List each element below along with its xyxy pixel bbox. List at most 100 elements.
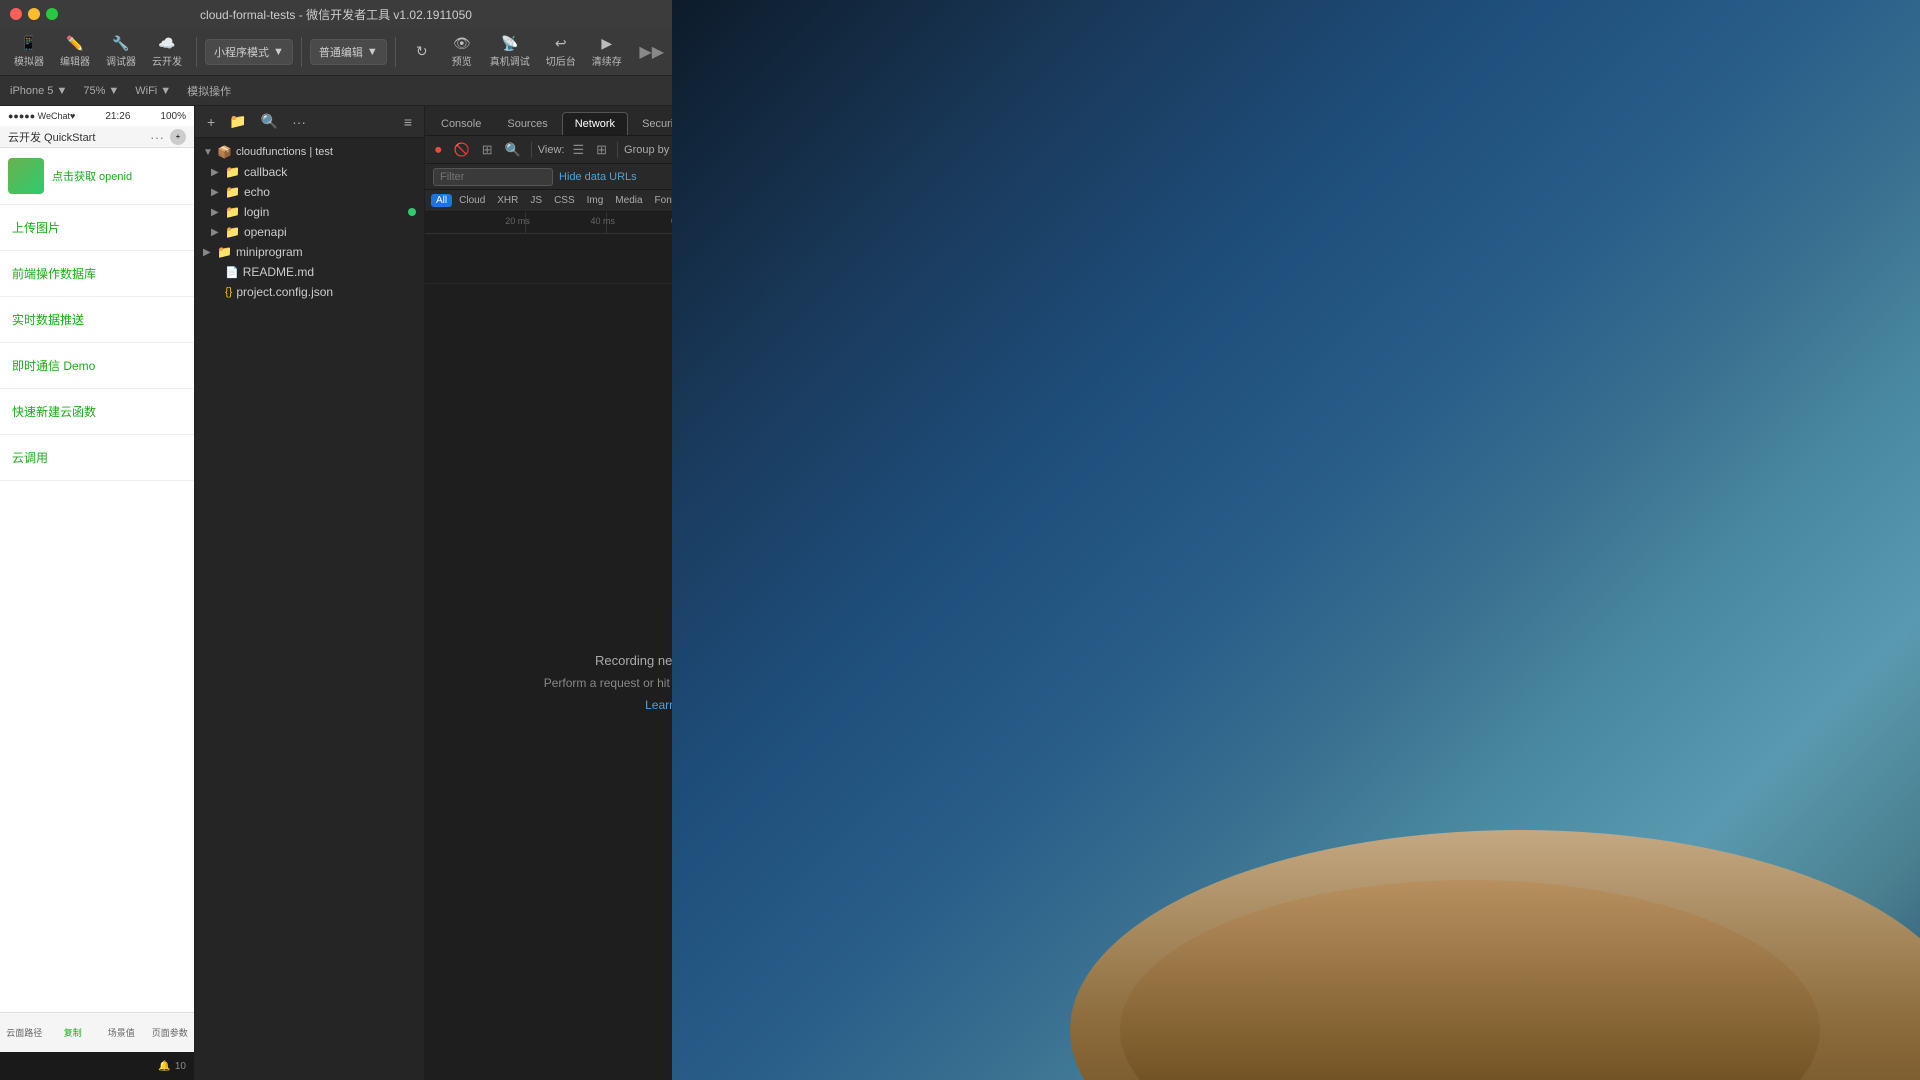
file-echo-label: echo: [244, 185, 270, 199]
menu-item-db[interactable]: 前端操作数据库: [0, 251, 194, 297]
menu-item-cloudfunc[interactable]: 快速新建云函数: [0, 389, 194, 435]
file-item-miniprogram[interactable]: ▶ 📁 miniprogram: [195, 242, 424, 262]
tab-params[interactable]: 页面参数: [146, 1026, 195, 1039]
titlebar: cloud-formal-tests - 微信开发者工具 v1.02.19110…: [0, 0, 672, 28]
phone-nav-dots[interactable]: ···: [150, 129, 164, 145]
devtools-window: cloud-formal-tests - 微信开发者工具 v1.02.19110…: [0, 0, 672, 1080]
file-item-login[interactable]: ▶ 📁 login: [195, 202, 424, 222]
file-item-echo[interactable]: ▶ 📁 echo: [195, 182, 424, 202]
file-item-openapi[interactable]: ▶ 📁 openapi: [195, 222, 424, 242]
menu-item-im[interactable]: 即时通信 Demo: [0, 343, 194, 389]
simulator-button[interactable]: 📱 模拟器: [8, 32, 50, 71]
tab-console[interactable]: Console: [429, 113, 493, 135]
type-filter-media[interactable]: Media: [610, 194, 647, 207]
wifi-selector[interactable]: WiFi ▼: [131, 83, 175, 99]
tab-path[interactable]: 云面路径: [0, 1026, 49, 1039]
real-test-button[interactable]: 📡 真机调试: [484, 32, 536, 71]
toolbar-separator-2: [301, 37, 302, 67]
search-button[interactable]: 🔍: [501, 140, 525, 160]
toolbar-separator: [196, 37, 197, 67]
filter-icon[interactable]: ⊞: [478, 140, 497, 160]
maximize-button[interactable]: [46, 8, 58, 20]
menu-item-realtime[interactable]: 实时数据推送: [0, 297, 194, 343]
phone-time: 21:26: [105, 111, 130, 122]
phone-bottom-bar: 🔔 10: [0, 1052, 194, 1080]
phone-simulator: ●●●●● WeChat♥ 21:26 100% 云开发 QuickStart …: [0, 106, 195, 1080]
devtools-panel: Console Sources Network Security AppData…: [425, 106, 672, 1080]
search-file-button[interactable]: 🔍: [257, 111, 282, 132]
preview-button[interactable]: 👁 预览: [444, 32, 480, 71]
file-tree: ▼ 📦 cloudfunctions | test ▶ 📁 callback ▶…: [195, 138, 424, 1080]
file-miniprogram-label: miniprogram: [236, 245, 303, 259]
file-openapi-label: openapi: [244, 225, 287, 239]
hide-data-urls-button[interactable]: Hide data URLs: [559, 171, 637, 183]
file-tree-root[interactable]: ▼ 📦 cloudfunctions | test: [195, 142, 424, 162]
debugger-button[interactable]: 🔧 调试器: [100, 32, 142, 71]
root-label: cloudfunctions | test: [236, 146, 333, 158]
simulate-ops-button[interactable]: 模拟操作: [183, 81, 235, 101]
type-filter-cloud[interactable]: Cloud: [454, 194, 490, 207]
main-area: ●●●●● WeChat♥ 21:26 100% 云开发 QuickStart …: [0, 106, 672, 1080]
continue-button[interactable]: ▶ 清续存: [586, 32, 628, 71]
toolbar-more-button[interactable]: ▶▶: [639, 42, 664, 62]
timeline-marker-40: 40 ms: [591, 216, 616, 226]
network-timeline: 20 ms 40 ms 60 ms 80 ms 100 ms: [425, 212, 672, 234]
menu-item-upload[interactable]: 上传图片: [0, 205, 194, 251]
type-filter-css[interactable]: CSS: [549, 194, 580, 207]
phone-signal: ●●●●● WeChat♥: [8, 111, 75, 121]
type-filter-img[interactable]: Img: [582, 194, 609, 207]
notification-count: 10: [175, 1061, 186, 1072]
minimize-button[interactable]: [28, 8, 40, 20]
zoom-selector[interactable]: 75% ▼: [79, 83, 123, 99]
edit-mode-dropdown[interactable]: 普通编辑 ▼: [310, 39, 387, 65]
devtools-tab-bar: Console Sources Network Security AppData…: [425, 106, 672, 136]
file-item-callback[interactable]: ▶ 📁 callback: [195, 162, 424, 182]
group-by-frame-label[interactable]: Group by frame: [624, 144, 672, 156]
view-grid-button[interactable]: ⊞: [592, 140, 611, 160]
file-item-config[interactable]: ▶ {} project.config.json: [195, 282, 424, 302]
user-row: 点击获取 openid: [0, 148, 194, 205]
phone-status-bar: ●●●●● WeChat♥ 21:26 100%: [0, 106, 194, 126]
record-button[interactable]: ⏺: [431, 140, 446, 160]
refresh-button[interactable]: ↻: [404, 40, 440, 64]
add-folder-button[interactable]: 📁: [225, 111, 250, 132]
menu-item-cloudcall[interactable]: 云调用: [0, 435, 194, 481]
type-filter-js[interactable]: JS: [525, 194, 547, 207]
file-panel-toolbar: + 📁 🔍 ··· ≡: [195, 106, 424, 138]
file-item-readme[interactable]: ▶ 📄 README.md: [195, 262, 424, 282]
learn-more-link[interactable]: Learn more: [645, 698, 672, 712]
type-filter-xhr[interactable]: XHR: [492, 194, 523, 207]
type-filter-font[interactable]: Font: [650, 194, 672, 207]
tab-security[interactable]: Security: [630, 113, 672, 135]
miniprogram-mode-dropdown[interactable]: 小程序模式 ▼: [205, 39, 293, 65]
phone-battery: 100%: [160, 111, 186, 122]
file-readme-label: README.md: [243, 265, 314, 279]
clear-button[interactable]: 🚫: [450, 140, 474, 160]
add-file-button[interactable]: +: [203, 112, 219, 132]
close-button[interactable]: [10, 8, 22, 20]
main-toolbar: 📱 模拟器 ✏️ 编辑器 🔧 调试器 ☁️ 云开发 小程序模式 ▼ 普通编辑 ▼…: [0, 28, 672, 76]
tab-network[interactable]: Network: [562, 112, 628, 135]
window-title: cloud-formal-tests - 微信开发者工具 v1.02.19110…: [200, 6, 472, 23]
user-link[interactable]: 点击获取 openid: [52, 168, 132, 184]
tab-scene[interactable]: 场景值: [97, 1026, 146, 1039]
network-toolbar: ⏺ 🚫 ⊞ 🔍 View: ☰ ⊞ Group by frame Preserv…: [425, 136, 672, 164]
timeline-empty-row: [425, 234, 672, 284]
filter-input[interactable]: [433, 168, 553, 186]
file-callback-label: callback: [244, 165, 287, 179]
phone-close-icon[interactable]: +: [170, 129, 186, 145]
cut-button[interactable]: ↩ 切后台: [540, 32, 582, 71]
more-file-options[interactable]: ···: [288, 112, 310, 132]
type-filter-all[interactable]: All: [431, 194, 452, 207]
phone-nav-title: 云开发 QuickStart: [8, 129, 95, 145]
collapse-all-button[interactable]: ≡: [400, 112, 416, 132]
cloud-button[interactable]: ☁️ 云开发: [146, 32, 188, 71]
view-list-button[interactable]: ☰: [568, 140, 588, 160]
tab-sources[interactable]: Sources: [495, 113, 559, 135]
tab-copy[interactable]: 复制: [49, 1026, 98, 1039]
editor-button[interactable]: ✏️ 编辑器: [54, 32, 96, 71]
file-login-label: login: [244, 205, 269, 219]
net-separator-2: [617, 142, 618, 158]
device-selector[interactable]: iPhone 5 ▼: [6, 83, 71, 99]
net-separator: [531, 142, 532, 158]
